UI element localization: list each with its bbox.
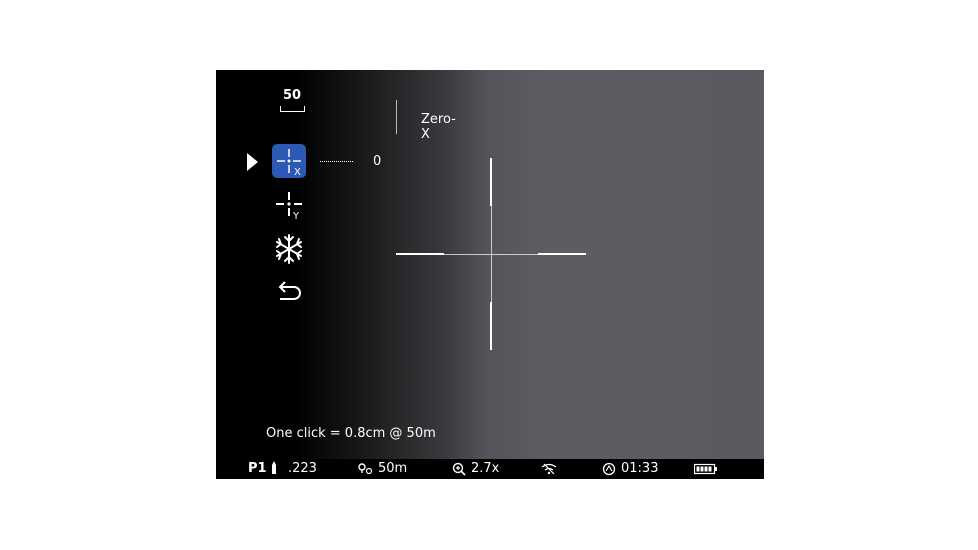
zero-x-icon: X [277, 149, 301, 178]
menu-pointer-icon [247, 153, 258, 171]
svg-text:X: X [294, 167, 301, 178]
menu-item-back[interactable] [272, 275, 306, 309]
reticle-right [538, 253, 586, 255]
bullet-icon [270, 461, 283, 475]
profile-name: Zero-X [421, 112, 456, 142]
status-time: 01:33 [621, 461, 659, 476]
zero-y-icon: Y [276, 192, 302, 222]
reticle-top [490, 158, 492, 206]
status-timer-group: 01:33 [602, 461, 658, 476]
menu-item-zero-x[interactable]: X [272, 144, 306, 178]
menu-item-freeze[interactable] [272, 232, 306, 266]
reticle-center-thin [444, 254, 538, 255]
header: 50 Zero-X [280, 88, 456, 142]
reticle-bottom-thin [491, 254, 492, 302]
distance-underline [280, 106, 305, 112]
back-icon [278, 281, 301, 300]
status-bar: P1 .223 50m 2.7x 01:33 [216, 459, 764, 479]
menu-item-zero-y[interactable]: Y [272, 189, 306, 223]
status-caliber: .223 [288, 461, 317, 476]
battery-icon [694, 463, 723, 475]
reticle-left [396, 253, 444, 255]
freeze-icon [276, 234, 302, 264]
status-distance-group: 50m [357, 461, 407, 476]
value-leader [320, 161, 353, 162]
zoom-icon [452, 462, 466, 476]
reticle-top-thin [491, 206, 492, 254]
wifi-off-icon [541, 463, 562, 475]
zero-distance: 50 [283, 88, 302, 103]
reticle-bottom [490, 302, 492, 350]
zero-x-value: 0 [373, 154, 382, 169]
status-profile: P1 [248, 461, 267, 476]
click-value-hint: One click = 0.8cm @ 50m [266, 426, 436, 441]
distance-pin-icon [358, 462, 373, 474]
status-zoom: 2.7x [471, 461, 500, 476]
svg-text:Y: Y [292, 211, 300, 222]
status-distance: 50m [378, 461, 408, 476]
recording-timer-icon [602, 462, 616, 475]
device-screen: 50 Zero-X X 0 Y One click = 0.8cm @ 50m … [216, 70, 764, 479]
header-divider [396, 100, 397, 134]
status-zoom-group: 2.7x [452, 461, 499, 476]
